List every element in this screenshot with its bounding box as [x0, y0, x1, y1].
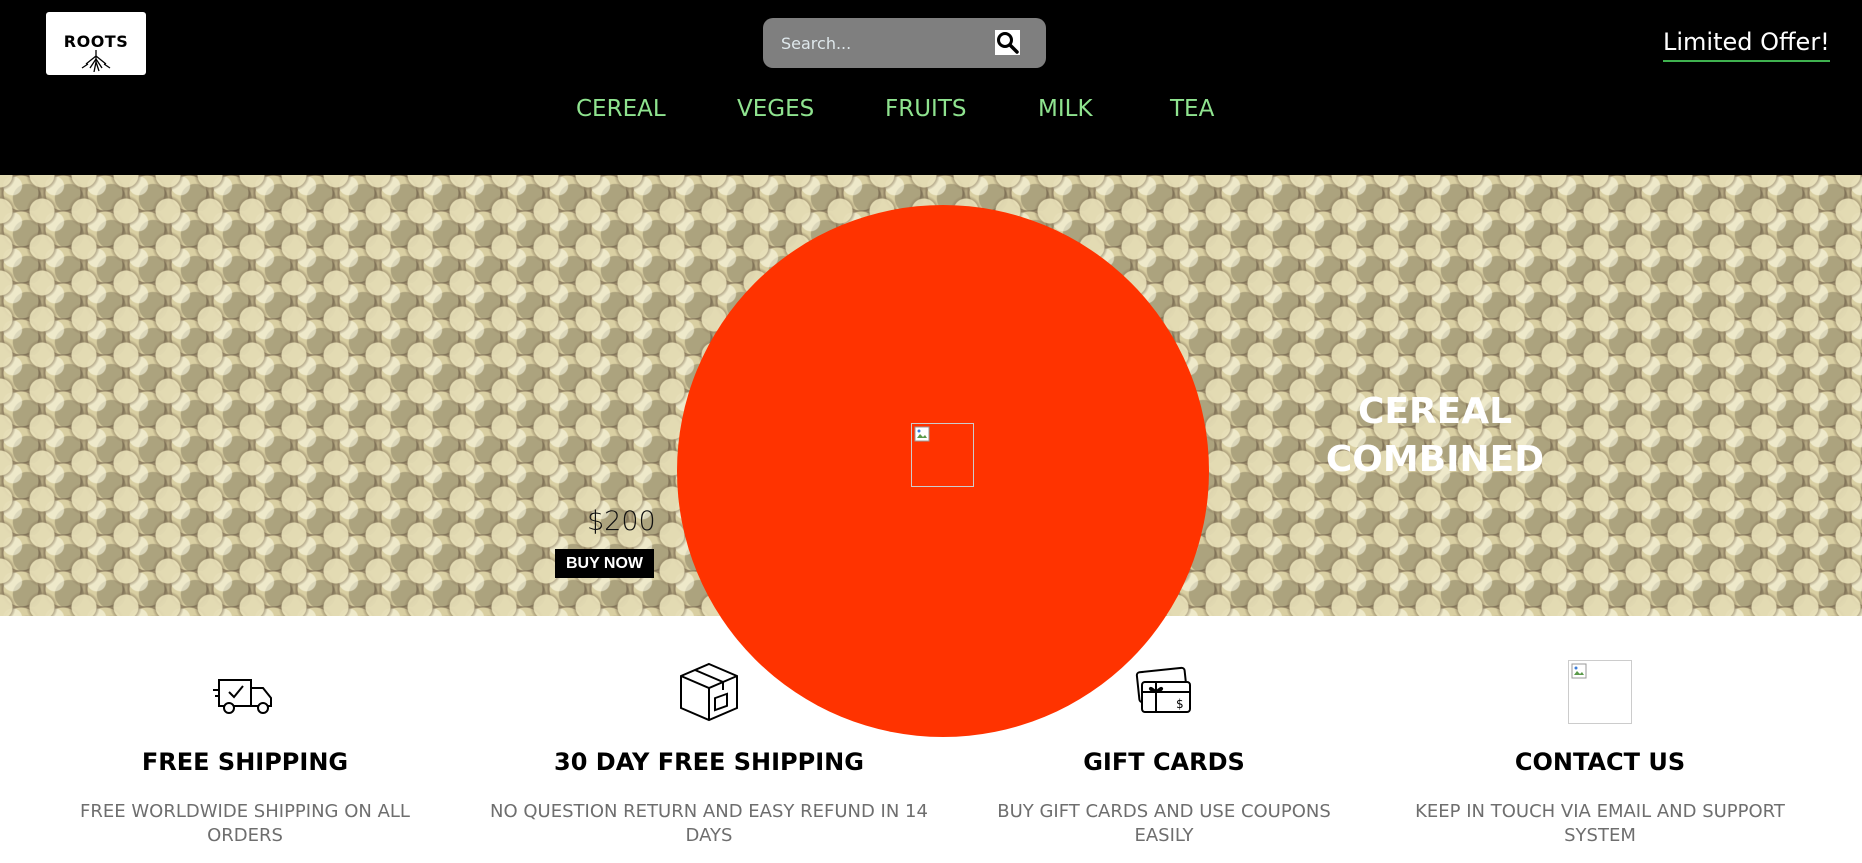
site-header: ROOTS Limited Offer! CEREAL VEGES FRUITS…	[0, 0, 1862, 175]
nav-item-cereal[interactable]: CEREAL	[576, 96, 666, 122]
svg-text:$: $	[1176, 697, 1184, 711]
nav-item-tea[interactable]: TEA	[1170, 96, 1214, 122]
search-button[interactable]	[995, 30, 1020, 55]
feature-description-line1: FREE WORLDWIDE SHIPPING ON ALL	[80, 801, 410, 822]
feature-title: GIFT CARDS	[1083, 748, 1245, 776]
feature-title: 30 DAY FREE SHIPPING	[554, 748, 864, 776]
nav-item-veges[interactable]: VEGES	[737, 96, 814, 122]
hero-title-line1: CEREAL	[1357, 391, 1513, 432]
hero-title-line2: COMBINED	[1325, 439, 1545, 480]
search-icon	[997, 32, 1019, 54]
feature-description-line2: EASILY	[1134, 825, 1194, 846]
broken-image-icon	[1571, 663, 1587, 679]
feature-description-line1: BUY GIFT CARDS AND USE COUPONS	[997, 801, 1331, 822]
feature-gift-cards: $ GIFT CARDS BUY GIFT CARDS AND USE COUP…	[929, 660, 1399, 848]
feature-free-shipping: FREE SHIPPING FREE WORLDWIDE SHIPPING ON…	[10, 660, 480, 848]
feature-description-line1: NO QUESTION RETURN AND EASY REFUND IN 14	[490, 801, 928, 822]
feature-description-line2: DAYS	[685, 825, 733, 846]
feature-description-line2: ORDERS	[207, 825, 283, 846]
feature-description: BUY GIFT CARDS AND USE COUPONS EASILY	[929, 800, 1399, 848]
feature-contact-us: CONTACT US KEEP IN TOUCH VIA EMAIL AND S…	[1365, 660, 1835, 848]
feature-description: KEEP IN TOUCH VIA EMAIL AND SUPPORT SYST…	[1365, 800, 1835, 848]
nav-item-fruits[interactable]: FRUITS	[885, 96, 966, 122]
gift-card-icon: $	[1135, 666, 1191, 713]
logo-text: ROOTS	[63, 32, 129, 51]
nav-item-milk[interactable]: MILK	[1038, 96, 1093, 122]
delivery-truck-icon	[213, 679, 272, 714]
search-input[interactable]	[781, 28, 981, 58]
feature-30-day-free-shipping: 30 DAY FREE SHIPPING NO QUESTION RETURN …	[474, 660, 944, 848]
broken-image-icon	[914, 426, 930, 442]
limited-offer-link[interactable]: Limited Offer!	[1663, 28, 1830, 62]
feature-title: FREE SHIPPING	[141, 748, 349, 776]
contact-image	[1568, 660, 1632, 724]
product-image[interactable]	[911, 423, 974, 487]
search-box	[763, 18, 1046, 68]
feature-description: FREE WORLDWIDE SHIPPING ON ALL ORDERS	[10, 800, 480, 848]
feature-description: NO QUESTION RETURN AND EASY REFUND IN 14…	[474, 800, 944, 848]
roots-icon	[81, 50, 111, 72]
feature-description-line2: SYSTEM	[1564, 825, 1636, 846]
roots-logo[interactable]: ROOTS	[46, 12, 146, 75]
feature-description-line1: KEEP IN TOUCH VIA EMAIL AND SUPPORT	[1415, 801, 1785, 822]
hero-price: $200	[587, 506, 656, 537]
feature-title: CONTACT US	[1514, 748, 1686, 776]
buy-now-button[interactable]: BUY NOW	[555, 549, 654, 578]
main-nav: CEREAL VEGES FRUITS MILK TEA	[0, 96, 1862, 130]
hero-title: CEREAL COMBINED	[1310, 388, 1560, 484]
package-box-icon	[680, 662, 738, 722]
